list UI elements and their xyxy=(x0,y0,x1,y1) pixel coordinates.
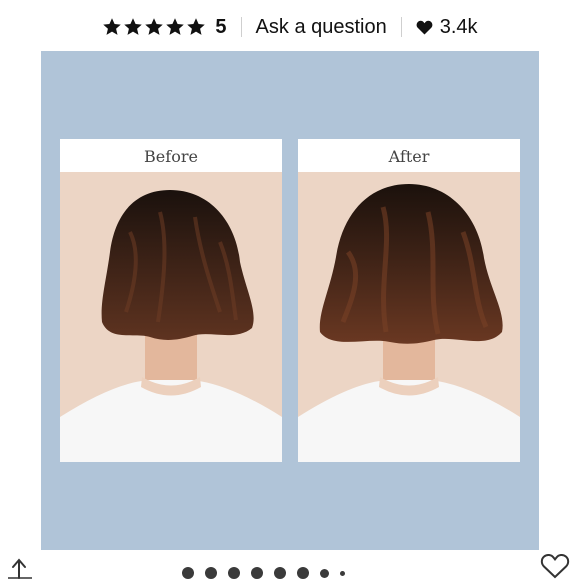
star-icon xyxy=(145,18,164,35)
product-rating-bar: 5 Ask a question 3.4k xyxy=(0,10,580,44)
pagination-dot[interactable] xyxy=(320,568,329,578)
ask-question-link[interactable]: Ask a question xyxy=(256,16,387,39)
rating-stars[interactable] xyxy=(102,17,206,37)
bottom-bar xyxy=(0,552,580,580)
share-icon[interactable] xyxy=(6,554,36,580)
pagination-dot[interactable] xyxy=(182,567,194,579)
heart-outline-icon[interactable] xyxy=(540,552,570,580)
pagination-dot[interactable] xyxy=(251,567,263,579)
star-icon xyxy=(124,18,143,35)
divider xyxy=(240,17,242,37)
after-label: After xyxy=(388,147,430,166)
likes-count: 3.4k xyxy=(439,15,478,38)
before-card: Before xyxy=(60,139,282,462)
product-image[interactable]: Before After xyxy=(41,51,539,550)
pagination-dot[interactable] xyxy=(340,570,345,576)
star-icon xyxy=(187,18,206,35)
pagination-dot[interactable] xyxy=(297,567,309,579)
heart-filled-icon xyxy=(416,20,433,35)
pagination-dot[interactable] xyxy=(274,567,286,579)
after-hair-photo xyxy=(298,172,520,462)
before-label: Before xyxy=(144,147,198,166)
likes-button[interactable]: 3.4k xyxy=(416,16,478,39)
divider xyxy=(400,17,402,37)
rating-value[interactable]: 5 xyxy=(215,16,226,39)
pagination-dot[interactable] xyxy=(228,567,240,579)
before-hair-photo xyxy=(60,172,282,462)
pagination-dot[interactable] xyxy=(205,567,217,579)
after-card: After xyxy=(298,139,520,462)
gallery-pagination xyxy=(182,567,345,579)
star-icon xyxy=(103,18,122,35)
star-icon xyxy=(166,18,185,35)
